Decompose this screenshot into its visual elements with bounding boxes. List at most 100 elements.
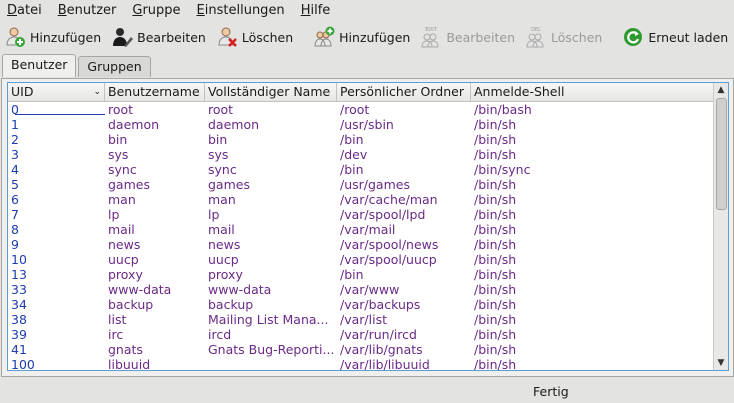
cell-home: /var/spool/news <box>340 237 439 252</box>
menu-item-1[interactable]: Benutzer <box>50 0 125 22</box>
cell-fullname <box>205 357 337 370</box>
menu-item-2[interactable]: Gruppe <box>124 0 188 22</box>
edit-user-label: Bearbeiten <box>137 29 206 45</box>
edit-user-button[interactable]: Bearbeiten <box>107 23 212 51</box>
table-row[interactable]: 13 proxy proxy/bin/bin/sh <box>8 267 714 282</box>
cell-home: /var/spool/uucp <box>340 252 437 267</box>
scroll-down-arrow-icon[interactable]: ▼ <box>714 356 728 370</box>
menu-bar: Datei Benutzer Gruppe Einstellungen Hilfe <box>0 0 734 22</box>
table-row[interactable]: 100 libuuid/var/lib/libuuid/bin/sh <box>8 357 714 371</box>
cell-username: man <box>108 192 136 207</box>
table-row[interactable]: 5 games games/usr/games/bin/sh <box>8 177 714 192</box>
cell-home: /var/run/ircd <box>340 327 417 342</box>
table-row[interactable]: 41 gnats Gnats Bug-Reporti... /var/lib/gnat… <box>8 342 714 357</box>
selection-indicator <box>15 114 105 115</box>
cell-fullname: backup <box>208 297 254 312</box>
cell-home: /var/www <box>340 282 400 297</box>
scroll-up-arrow-icon[interactable]: ▲ <box>714 83 728 97</box>
group-delete-icon: DEL <box>525 26 547 48</box>
add-user-label: Hinzufügen <box>30 29 102 45</box>
delete-group-label: Löschen <box>551 29 603 45</box>
cell-fullname: man <box>208 192 236 207</box>
tab-users[interactable]: Benutzer <box>2 54 77 77</box>
table-row[interactable]: 1 daemon daemon/usr/sbin/bin/sh <box>8 117 714 132</box>
cell-username: news <box>108 237 141 252</box>
cell-uid: 4 <box>11 162 19 177</box>
cell-fullname: uucp <box>208 252 239 267</box>
vertical-scrollbar[interactable]: ▲ ▼ <box>713 83 728 370</box>
table-row[interactable]: 2 bin bin/bin/bin/sh <box>8 132 714 147</box>
cell-shell: /bin/sh <box>474 207 517 222</box>
tab-panel: UID ⌄ Benutzername Vollständiger Name Pe… <box>1 78 734 377</box>
add-user-button[interactable]: Hinzufügen <box>0 23 107 51</box>
table-row[interactable]: 10 uucp uucp/var/spool/uucp/bin/sh <box>8 252 714 267</box>
menu-item-4[interactable]: Hilfe <box>293 0 339 22</box>
delete-group-button[interactable]: DEL Löschen <box>521 23 608 51</box>
cell-home: /var/lib/gnats <box>340 342 423 357</box>
table-header: UID ⌄ Benutzername Vollständiger Name Pe… <box>8 83 714 102</box>
table-row[interactable]: 8 mail mail/var/mail/bin/sh <box>8 222 714 237</box>
table-row[interactable]: 9 news news/var/spool/news/bin/sh <box>8 237 714 252</box>
table-row[interactable]: 39 irc ircd/var/run/ircd/bin/sh <box>8 327 714 342</box>
scrollbar-thumb[interactable] <box>716 98 727 210</box>
column-header-uid[interactable]: UID ⌄ <box>8 83 105 101</box>
cell-uid: 7 <box>11 207 19 222</box>
edit-group-button[interactable]: EDIT Bearbeiten <box>416 23 521 51</box>
column-header-home[interactable]: Persönlicher Ordner <box>337 83 471 101</box>
cell-home: /usr/games <box>340 177 410 192</box>
cell-fullname: proxy <box>208 267 243 282</box>
cell-uid: 3 <box>11 147 19 162</box>
table-row[interactable]: 0 root root/root/bin/bash <box>8 102 714 117</box>
column-header-fullname[interactable]: Vollständiger Name <box>205 83 337 101</box>
cell-fullname: root <box>208 102 234 117</box>
cell-username: gnats <box>108 342 143 357</box>
cell-uid: 5 <box>11 177 19 192</box>
add-group-button[interactable]: Hinzufügen <box>309 23 416 51</box>
cell-uid: 100 <box>11 357 35 371</box>
cell-uid: 33 <box>11 282 27 297</box>
group-edit-icon: EDIT <box>420 26 442 48</box>
cell-uid: 1 <box>11 117 19 132</box>
users-table[interactable]: UID ⌄ Benutzername Vollständiger Name Pe… <box>7 82 729 371</box>
cell-shell: /bin/sh <box>474 252 517 267</box>
menu-label: ruppe <box>142 3 181 18</box>
menu-item-0[interactable]: Datei <box>0 0 50 22</box>
cell-uid: 10 <box>11 252 27 267</box>
delete-user-button[interactable]: Löschen <box>212 23 299 51</box>
delete-user-label: Löschen <box>241 29 294 45</box>
cell-shell: /bin/sh <box>474 237 517 252</box>
user-edit-icon <box>111 26 134 48</box>
status-text: Fertig <box>533 384 569 399</box>
table-row[interactable]: 33 www-data www-data/var/www/bin/sh <box>8 282 714 297</box>
menu-label: enutzer <box>66 3 117 18</box>
cell-fullname: Gnats Bug-Reporti... <box>208 342 335 357</box>
menu-mnemonic: B <box>57 3 67 18</box>
table-row[interactable]: 34 backup backup/var/backups/bin/sh <box>8 297 714 312</box>
cell-fullname: Mailing List Mana... <box>208 312 329 327</box>
toolbar: Hinzufügen Bearbeiten Löschen Hinzufügen… <box>0 22 734 52</box>
menu-label: ilfe <box>310 3 331 18</box>
table-row[interactable]: 38 list Mailing List Mana... /var/list/bin/… <box>8 312 714 327</box>
edit-group-label: Bearbeiten <box>446 29 515 45</box>
table-row[interactable]: 6 man man/var/cache/man/bin/sh <box>8 192 714 207</box>
table-row[interactable]: 4 sync sync/bin/bin/sync <box>8 162 714 177</box>
tab-bar: Benutzer Gruppen <box>2 54 153 78</box>
column-header-shell[interactable]: Anmelde-Shell <box>471 83 714 101</box>
menu-mnemonic: E <box>196 3 205 18</box>
tab-groups[interactable]: Gruppen <box>78 56 151 77</box>
reload-button[interactable]: Erneut laden <box>618 23 734 51</box>
table-row[interactable]: 7 lp lp/var/spool/lpd/bin/sh <box>8 207 714 222</box>
cell-shell: /bin/sh <box>474 147 517 162</box>
cell-uid: 41 <box>11 342 27 357</box>
menu-item-3[interactable]: Einstellungen <box>189 0 293 22</box>
table-row[interactable]: 3 sys sys/dev/bin/sh <box>8 147 714 162</box>
column-header-username[interactable]: Benutzername <box>105 83 205 101</box>
cell-uid: 6 <box>11 192 19 207</box>
cell-username: games <box>108 177 150 192</box>
cell-shell: /bin/sh <box>474 282 517 297</box>
cell-shell: /bin/bash <box>474 102 532 117</box>
cell-uid: 39 <box>11 327 27 342</box>
menu-mnemonic: H <box>300 3 311 18</box>
cell-fullname: ircd <box>208 327 232 342</box>
cell-uid: 13 <box>11 267 27 282</box>
